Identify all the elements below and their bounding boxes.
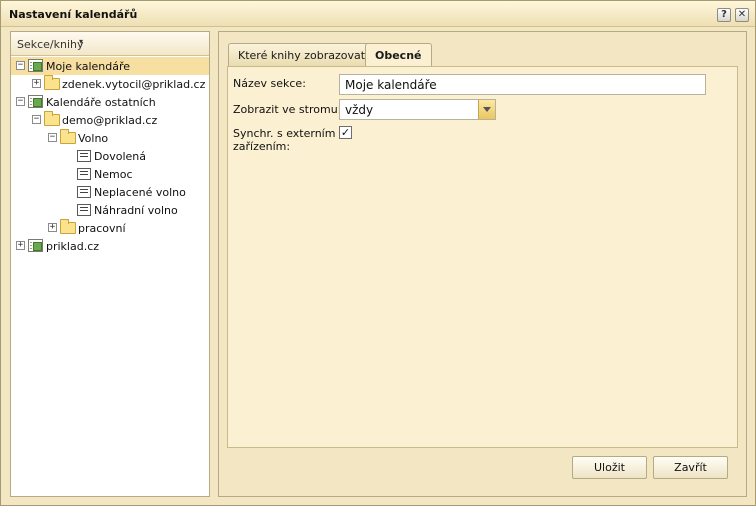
tree-item-label: Volno — [78, 132, 109, 145]
tree-item-nahradni-volno[interactable]: Náhradní volno — [11, 201, 209, 219]
collapse-icon[interactable]: − — [32, 115, 41, 124]
tree-item-dovolena[interactable]: Dovolená — [11, 147, 209, 165]
tab-ktere-knihy[interactable]: Které knihy zobrazovat — [228, 43, 376, 66]
tree-item-label: Kalendáře ostatních — [46, 96, 156, 109]
calendar-icon — [77, 168, 91, 180]
tree-item-label: Moje kalendáře — [46, 60, 131, 73]
sections-header-dropdown[interactable]: Sekce/knihy ▾ — [11, 32, 209, 56]
tree-item-label: zdenek.vytocil@priklad.cz — [62, 78, 206, 91]
expand-icon[interactable]: + — [16, 241, 25, 250]
close-icon[interactable]: ✕ — [735, 8, 749, 22]
folder-open-icon — [44, 111, 60, 126]
caret-down-icon: ▾ — [79, 37, 84, 46]
tree-item-label: Neplacené volno — [94, 186, 186, 199]
sections-panel: Sekce/knihy ▾ − Moje kalendáře + zdenek.… — [10, 31, 210, 497]
checkmark-icon: ✓ — [340, 126, 351, 139]
save-button[interactable]: Uložit — [572, 456, 647, 479]
sync-label-line1: Synchr. s externím — [233, 127, 336, 140]
calendar-icon — [77, 186, 91, 198]
folder-open-icon — [60, 129, 76, 144]
expand-icon[interactable]: + — [32, 79, 41, 88]
tree-item-priklad[interactable]: + priklad.cz — [11, 237, 209, 255]
settings-window: Nastavení kalendářů ? ✕ Sekce/knihy ▾ − … — [0, 0, 756, 506]
window-title: Nastavení kalendářů — [9, 8, 138, 21]
tree-item-moje-kalendare[interactable]: − Moje kalendáře — [11, 57, 209, 75]
tree-item-label: demo@priklad.cz — [62, 114, 158, 127]
tree-item-neplacene-volno[interactable]: Neplacené volno — [11, 183, 209, 201]
expand-icon[interactable]: + — [48, 223, 57, 232]
section-name-input[interactable]: Moje kalendáře — [339, 74, 706, 95]
address-book-icon — [28, 95, 43, 108]
tree-item-label: Nemoc — [94, 168, 133, 181]
tree-item-demo[interactable]: − demo@priklad.cz — [11, 111, 209, 129]
folder-icon — [60, 219, 76, 234]
calendar-icon — [77, 204, 91, 216]
folder-icon — [44, 75, 60, 90]
sync-label: Synchr. s externím zařízením: — [233, 127, 335, 153]
tree-item-zdenek[interactable]: + zdenek.vytocil@priklad.cz — [11, 75, 209, 93]
calendar-icon — [77, 150, 91, 162]
sync-label-line2: zařízením: — [233, 140, 291, 153]
general-tab-content: Název sekce: Moje kalendáře Zobrazit ve … — [227, 66, 738, 448]
dropdown-arrow-icon[interactable] — [478, 100, 495, 119]
address-book-icon — [28, 59, 43, 72]
address-book-icon — [28, 239, 43, 252]
help-icon[interactable]: ? — [717, 8, 731, 22]
collapse-icon[interactable]: − — [16, 61, 25, 70]
sections-header-label: Sekce/knihy — [17, 38, 84, 51]
tree-item-label: Náhradní volno — [94, 204, 178, 217]
close-button[interactable]: Zavřít — [653, 456, 728, 479]
tree-item-kalendare-ostatnich[interactable]: − Kalendáře ostatních — [11, 93, 209, 111]
tree-item-pracovni[interactable]: + pracovní — [11, 219, 209, 237]
collapse-icon[interactable]: − — [16, 97, 25, 106]
tree-item-label: Dovolená — [94, 150, 146, 163]
collapse-icon[interactable]: − — [48, 133, 57, 142]
tree-item-nemoc[interactable]: Nemoc — [11, 165, 209, 183]
sync-checkbox[interactable]: ✓ — [339, 126, 352, 139]
tree-item-volno[interactable]: − Volno — [11, 129, 209, 147]
tree-item-label: pracovní — [78, 222, 126, 235]
settings-panel: Které knihy zobrazovat Obecné Název sekc… — [218, 31, 747, 497]
show-in-tree-value: vždy — [345, 103, 374, 117]
show-in-tree-label: Zobrazit ve stromu: — [233, 103, 342, 116]
tree-item-label: priklad.cz — [46, 240, 100, 253]
section-name-label: Název sekce: — [233, 77, 306, 90]
title-bar: Nastavení kalendářů ? ✕ — [1, 1, 755, 27]
show-in-tree-select[interactable]: vždy — [339, 99, 496, 120]
tab-obecne[interactable]: Obecné — [365, 43, 432, 67]
